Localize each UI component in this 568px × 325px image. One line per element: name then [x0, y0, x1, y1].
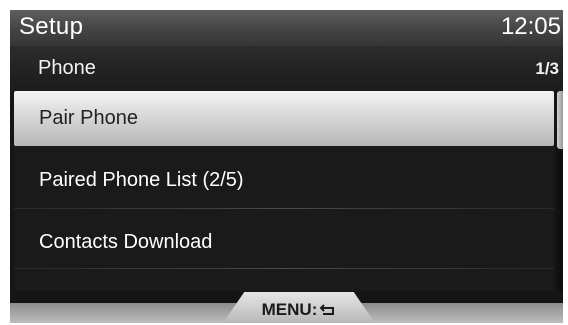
menu-back-button[interactable]: MENU:	[223, 292, 375, 323]
screen-title: Setup	[19, 13, 84, 40]
menu-list: Pair Phone Paired Phone List (2/5) Conta…	[14, 91, 554, 291]
scrollbar-thumb[interactable]	[557, 91, 563, 149]
page-indicator: 1/3	[535, 59, 559, 78]
divider	[14, 208, 554, 209]
back-arrow-icon	[319, 301, 336, 321]
section-title: Phone	[38, 57, 96, 79]
menu-item-label: Contacts Download	[39, 231, 213, 253]
menu-item-contacts-download[interactable]: Contacts Download	[14, 215, 554, 270]
menu-item-label: Pair Phone	[39, 107, 138, 129]
menu-item-paired-phone-list[interactable]: Paired Phone List (2/5)	[14, 153, 554, 208]
clock: 12:05	[500, 13, 561, 40]
menu-label: MENU:	[261, 300, 318, 319]
head-unit-screen: Setup 12:05 Phone 1/3 Pair Phone Paired …	[10, 10, 563, 323]
scrollbar[interactable]	[557, 91, 563, 291]
title-bar: Setup 12:05	[10, 10, 563, 46]
menu-item-label: Paired Phone List (2/5)	[39, 169, 244, 191]
menu-item-pair-phone[interactable]: Pair Phone	[14, 91, 554, 146]
menu-back-label-row: MENU:	[223, 300, 375, 321]
section-header: Phone 1/3	[10, 46, 563, 91]
